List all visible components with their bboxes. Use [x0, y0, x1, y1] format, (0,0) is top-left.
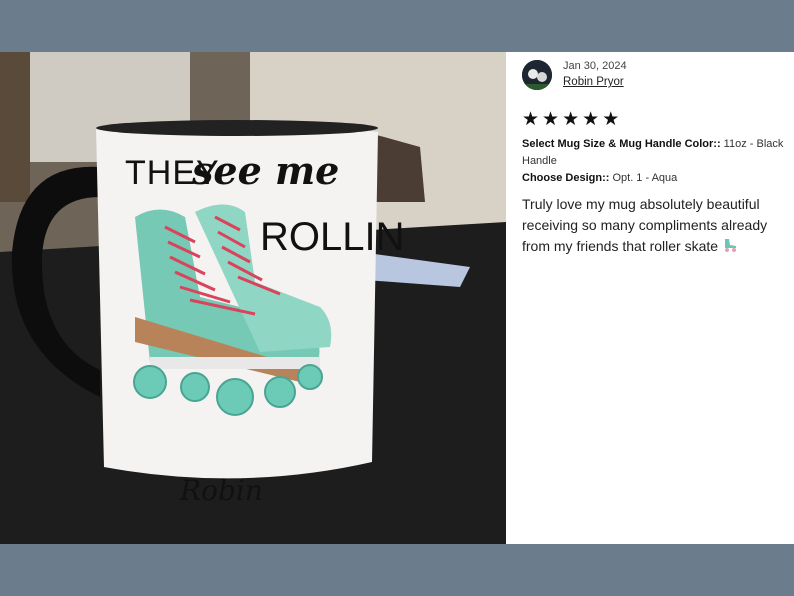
- star-icon: ★: [522, 109, 540, 130]
- star-icon: ★: [562, 109, 580, 130]
- variation-value: Opt. 1 - Aqua: [609, 172, 678, 184]
- mug-text-rollin: ROLLIN: [260, 215, 405, 259]
- reviewer-name-link[interactable]: Robin Pryor: [563, 76, 624, 88]
- variation-size-handle: Select Mug Size & Mug Handle Color:: 11o…: [522, 136, 784, 170]
- variation-label: Select Mug Size & Mug Handle Color::: [522, 138, 721, 150]
- review-photo[interactable]: THEY see me ROLLIN Robin: [0, 52, 506, 544]
- mug-name: Robin: [179, 474, 263, 507]
- star-icon: ★: [542, 109, 560, 130]
- review-date: Jan 30, 2024: [563, 60, 627, 72]
- purchase-variations: Select Mug Size & Mug Handle Color:: 11o…: [522, 136, 784, 187]
- review-panel: Jan 30, 2024 Robin Pryor ★ ★ ★ ★ ★ Selec…: [506, 52, 794, 544]
- star-icon: ★: [582, 109, 600, 130]
- roller-skate-icon: [722, 237, 738, 258]
- mug-text-see-me: see me: [191, 148, 339, 193]
- variation-label: Choose Design::: [522, 172, 610, 184]
- star-rating: ★ ★ ★ ★ ★: [522, 110, 619, 129]
- avatar[interactable]: [522, 60, 552, 90]
- star-icon: ★: [602, 109, 620, 130]
- review-card: THEY see me ROLLIN Robin Jan 30, 2024 Ro…: [0, 52, 794, 544]
- variation-design: Choose Design:: Opt. 1 - Aqua: [522, 170, 784, 187]
- review-text: Truly love my mug absolutely beautiful r…: [522, 194, 792, 258]
